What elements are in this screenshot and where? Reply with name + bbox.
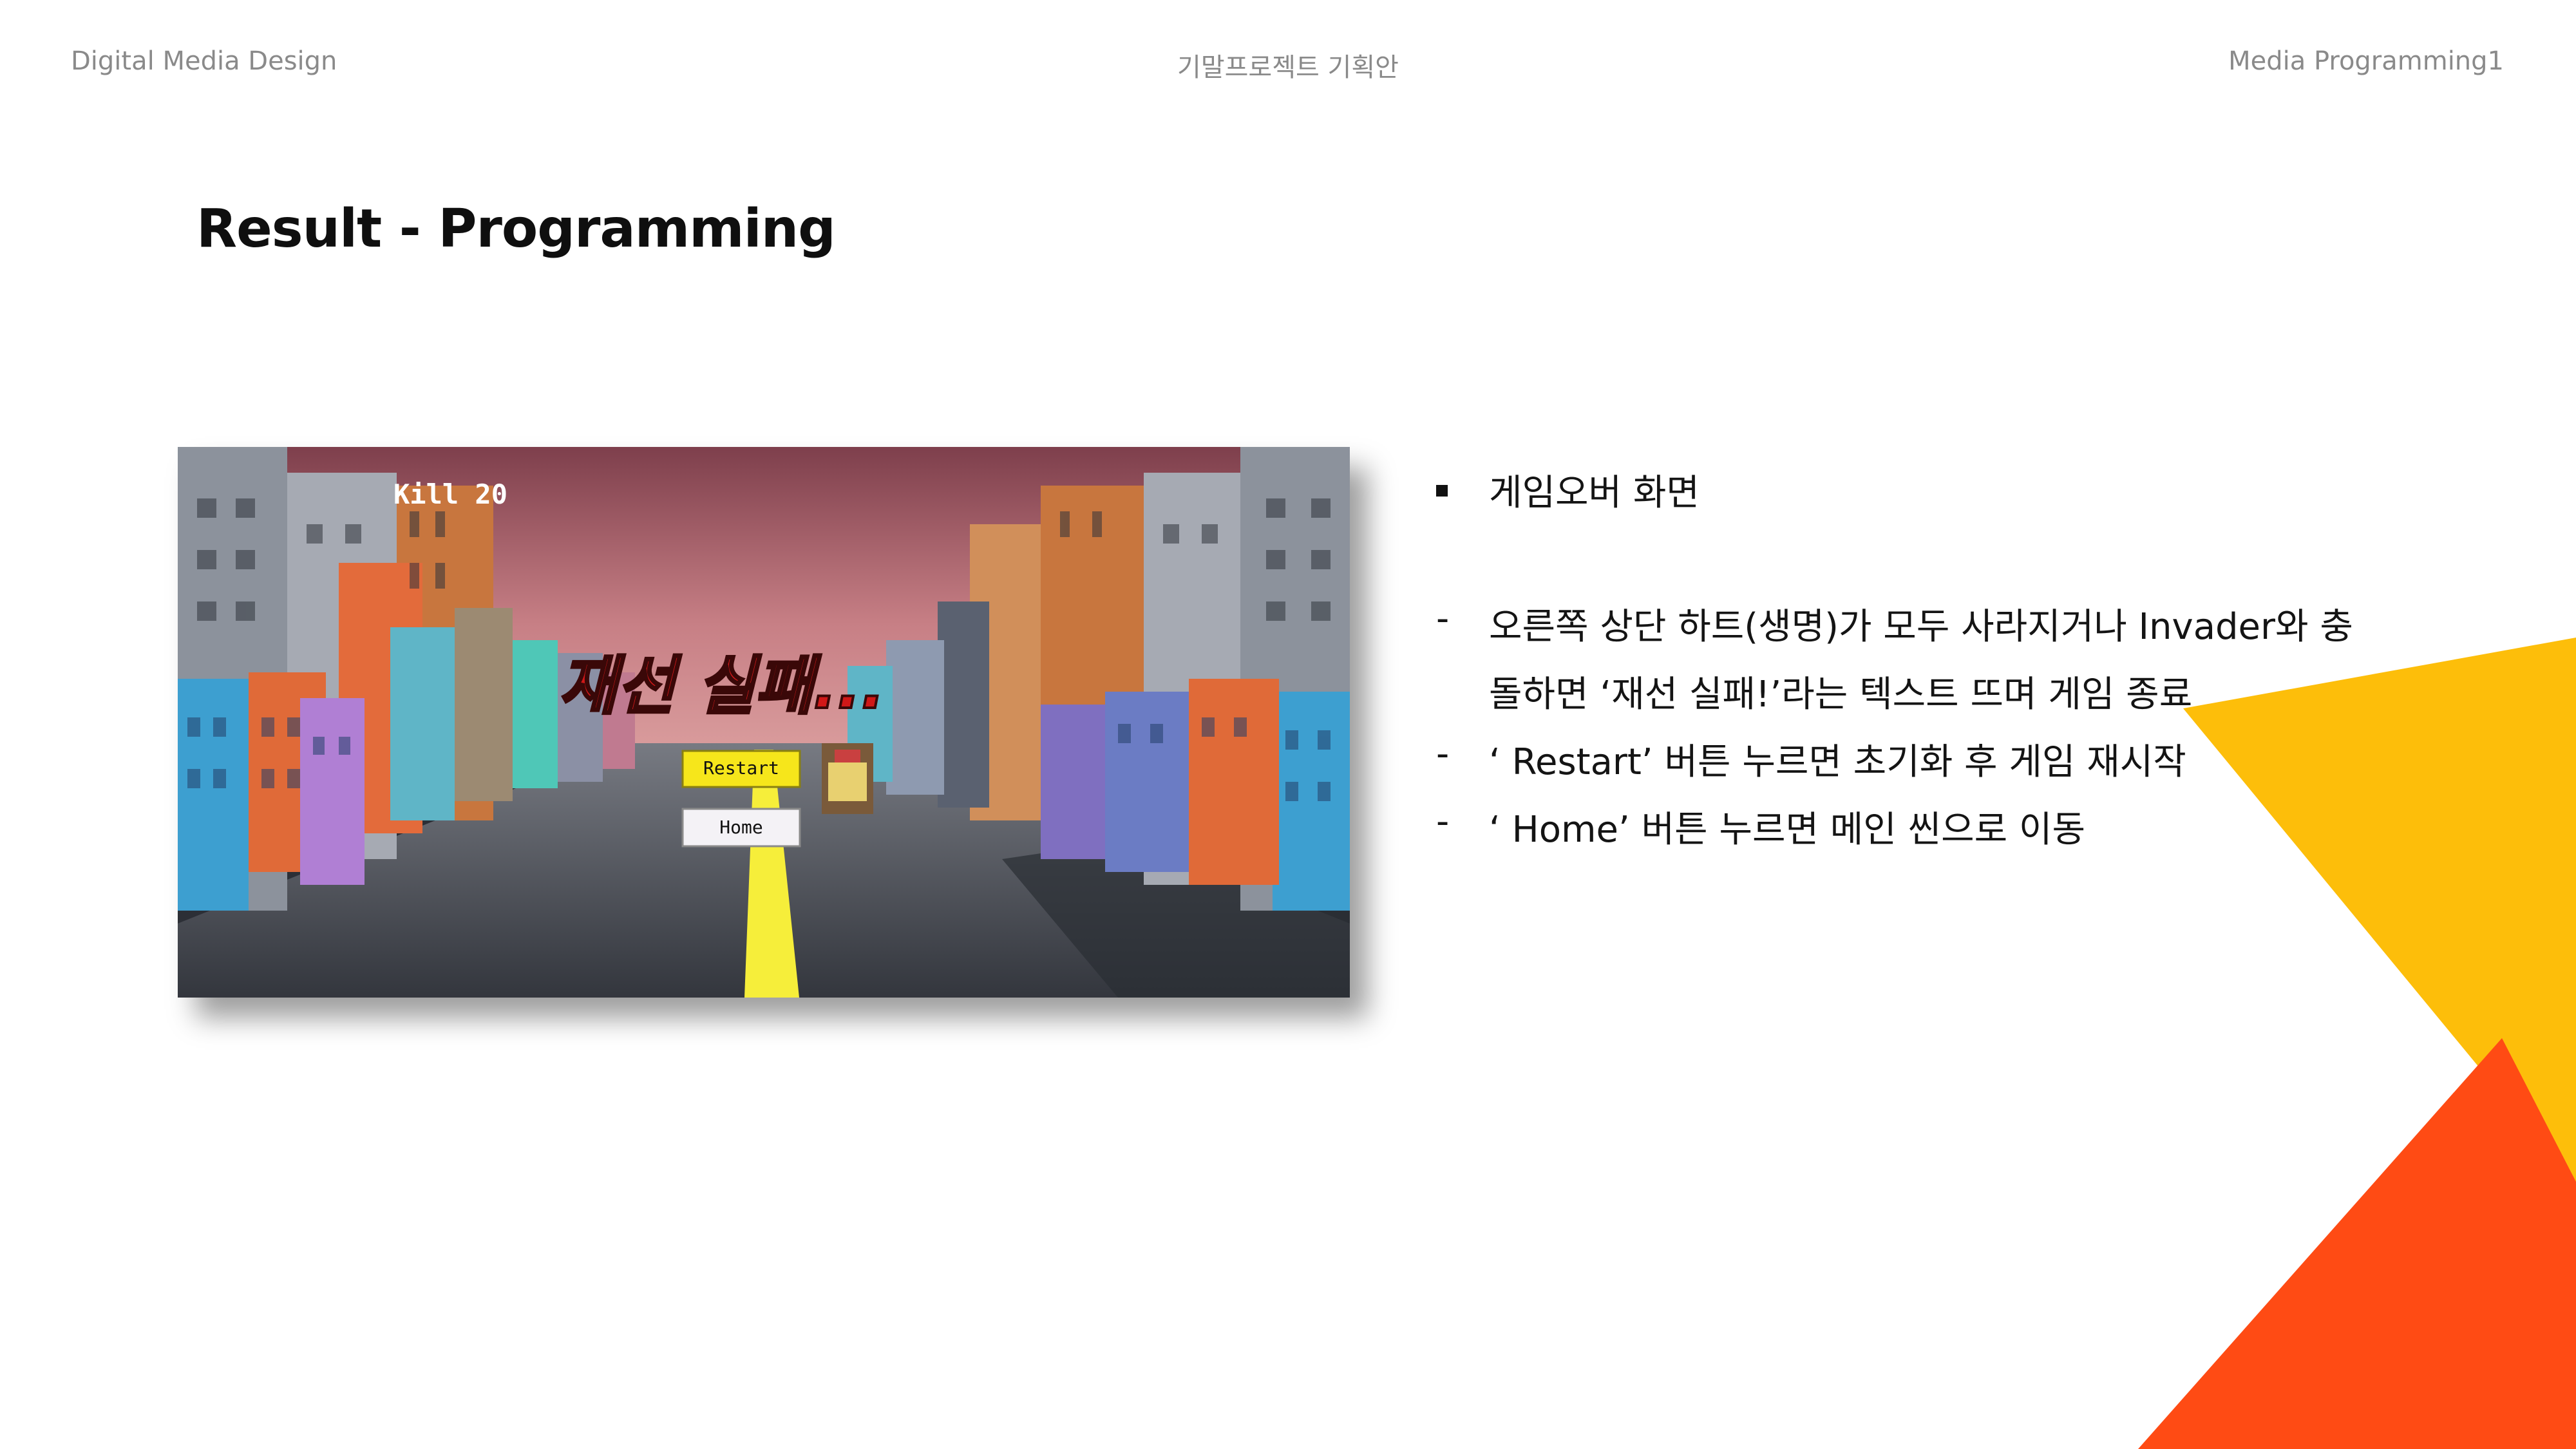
square-bullet-icon bbox=[1436, 464, 1475, 506]
kill-counter: Kill 20 bbox=[393, 478, 507, 510]
fail-text: 재선 실패... bbox=[559, 650, 885, 723]
game-screenshot: Kill 20 재선 실패... Restart Home bbox=[178, 447, 1350, 998]
restart-button[interactable]: Restart bbox=[681, 750, 801, 788]
home-button[interactable]: Home bbox=[681, 808, 801, 848]
player-character bbox=[822, 743, 873, 814]
orange-triangle bbox=[2138, 1038, 2576, 1449]
restart-label: Restart bbox=[703, 757, 779, 779]
home-label: Home bbox=[719, 817, 762, 838]
